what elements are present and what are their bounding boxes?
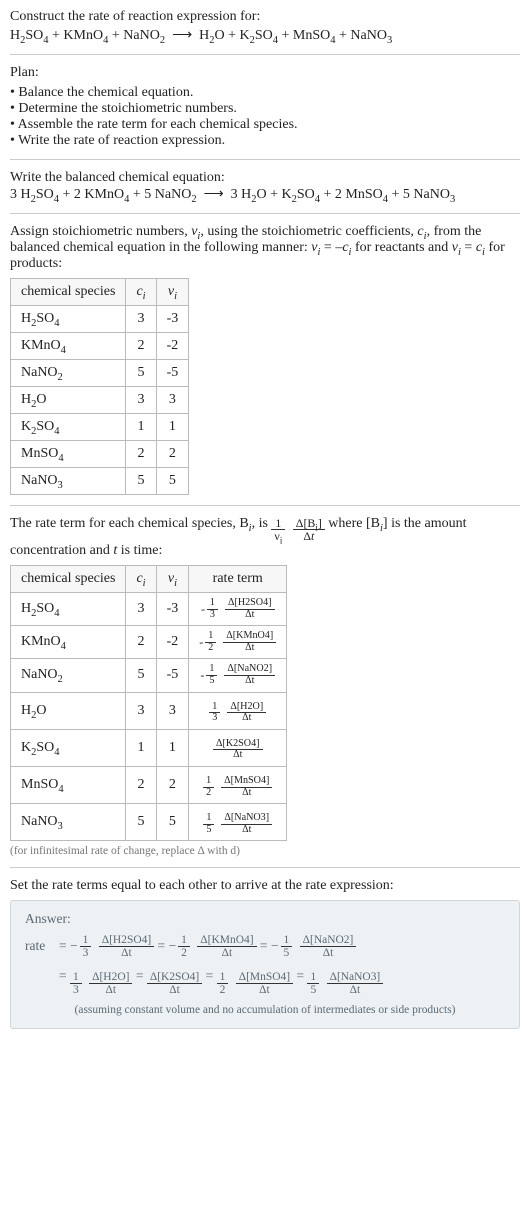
intro-prompt: Construct the rate of reaction expressio… [10, 8, 520, 27]
rate-lead: rate [25, 931, 45, 961]
rateterm-section: The rate term for each chemical species,… [10, 516, 520, 869]
cell-ci: 2 [126, 766, 156, 803]
cell-species: H2SO4 [11, 305, 126, 332]
cell-ci: 5 [126, 804, 156, 841]
answer-box: Answer: rate = −13 Δ[H2SO4]Δt = −12 Δ[KM… [10, 900, 520, 1029]
cell-species: K2SO4 [11, 729, 126, 766]
intro-section: Construct the rate of reaction expressio… [10, 8, 520, 55]
rateterm-table: chemical species ci νi rate term H2SO43-… [10, 565, 287, 842]
cell-species: NaNO3 [11, 804, 126, 841]
final-section: Set the rate terms equal to each other t… [10, 878, 520, 894]
table-row: K2SO411Δ[K2SO4]Δt [11, 729, 287, 766]
cell-vi: -5 [156, 359, 189, 386]
cell-species: H2O [11, 692, 126, 729]
cell-ci: 2 [126, 332, 156, 359]
cell-ci: 1 [126, 729, 156, 766]
cell-vi: 2 [156, 440, 189, 467]
cell-vi: 2 [156, 766, 189, 803]
cell-ci: 3 [126, 386, 156, 413]
plan-heading: Plan: [10, 65, 520, 81]
final-heading: Set the rate terms equal to each other t… [10, 878, 520, 894]
cell-rate: -15 Δ[NaNO2]Δt [189, 659, 287, 692]
cell-rate: -12 Δ[KMnO4]Δt [189, 626, 287, 659]
cell-species: NaNO3 [11, 467, 126, 494]
table-row: NaNO25-5-15 Δ[NaNO2]Δt [11, 659, 287, 692]
cell-rate: -13 Δ[H2SO4]Δt [189, 592, 287, 625]
cell-ci: 2 [126, 626, 156, 659]
table-row: KMnO42-2 [11, 332, 189, 359]
cell-ci: 2 [126, 440, 156, 467]
col-vi: νi [156, 565, 189, 592]
cell-vi: 1 [156, 413, 189, 440]
cell-vi: -2 [156, 626, 189, 659]
table-row: NaNO25-5 [11, 359, 189, 386]
balanced-heading: Write the balanced chemical equation: [10, 170, 520, 186]
cell-vi: -3 [156, 305, 189, 332]
stoich-section: Assign stoichiometric numbers, νi, using… [10, 224, 520, 506]
cell-ci: 5 [126, 659, 156, 692]
answer-assumption: (assuming constant volume and no accumul… [25, 1004, 505, 1016]
plan-section: Plan: Balance the chemical equation. Det… [10, 65, 520, 160]
plan-step: Balance the chemical equation. [10, 85, 520, 101]
cell-rate: 12 Δ[MnSO4]Δt [189, 766, 287, 803]
cell-species: MnSO4 [11, 766, 126, 803]
cell-rate: 13 Δ[H2O]Δt [189, 692, 287, 729]
table-row: H2SO43-3-13 Δ[H2SO4]Δt [11, 592, 287, 625]
rateterm-intro-pre: The rate term for each chemical species,… [10, 516, 271, 531]
cell-vi: 3 [156, 386, 189, 413]
cell-species: H2SO4 [11, 592, 126, 625]
cell-species: KMnO4 [11, 626, 126, 659]
plan-step: Assemble the rate term for each chemical… [10, 117, 520, 133]
cell-vi: -5 [156, 659, 189, 692]
cell-rate: Δ[K2SO4]Δt [189, 729, 287, 766]
table-row: K2SO411 [11, 413, 189, 440]
rateterm-generic-frac: 1νi Δ[Bi]Δt [271, 517, 324, 543]
col-vi: νi [156, 278, 189, 305]
cell-vi: 1 [156, 729, 189, 766]
rateterm-intro: The rate term for each chemical species,… [10, 516, 520, 559]
col-ci: ci [126, 278, 156, 305]
cell-ci: 1 [126, 413, 156, 440]
balanced-section: Write the balanced chemical equation: 3 … [10, 170, 520, 214]
table-row: H2SO43-3 [11, 305, 189, 332]
cell-vi: -3 [156, 592, 189, 625]
answer-label: Answer: [25, 911, 505, 927]
col-rate: rate term [189, 565, 287, 592]
table-row: H2O33 [11, 386, 189, 413]
cell-vi: 5 [156, 804, 189, 841]
cell-ci: 5 [126, 467, 156, 494]
cell-ci: 5 [126, 359, 156, 386]
stoich-intro: Assign stoichiometric numbers, νi, using… [10, 224, 520, 272]
cell-vi: -2 [156, 332, 189, 359]
col-species: chemical species [11, 278, 126, 305]
plan-step: Determine the stoichiometric numbers. [10, 101, 520, 117]
table-row: MnSO42212 Δ[MnSO4]Δt [11, 766, 287, 803]
cell-rate: 15 Δ[NaNO3]Δt [189, 804, 287, 841]
col-species: chemical species [11, 565, 126, 592]
cell-ci: 3 [126, 305, 156, 332]
cell-species: NaNO2 [11, 659, 126, 692]
cell-ci: 3 [126, 592, 156, 625]
table-row: KMnO42-2-12 Δ[KMnO4]Δt [11, 626, 287, 659]
col-ci: ci [126, 565, 156, 592]
cell-species: MnSO4 [11, 440, 126, 467]
cell-species: KMnO4 [11, 332, 126, 359]
plan-list: Balance the chemical equation. Determine… [10, 85, 520, 149]
cell-ci: 3 [126, 692, 156, 729]
table-row: MnSO422 [11, 440, 189, 467]
stoich-table: chemical species ci νi H2SO43-3KMnO42-2N… [10, 278, 189, 495]
rate-expression: rate = −13 Δ[H2SO4]Δt = −12 Δ[KMnO4]Δt =… [25, 931, 505, 998]
unbalanced-equation: H2SO4 + KMnO4 + NaNO2 ⟶ H2O + K2SO4 + Mn… [10, 27, 520, 44]
plan-step: Write the rate of reaction expression. [10, 133, 520, 149]
balanced-equation: 3 H2SO4 + 2 KMnO4 + 5 NaNO2 ⟶ 3 H2O + K2… [10, 186, 520, 203]
cell-species: K2SO4 [11, 413, 126, 440]
table-row: NaNO35515 Δ[NaNO3]Δt [11, 804, 287, 841]
table-row: NaNO355 [11, 467, 189, 494]
cell-vi: 5 [156, 467, 189, 494]
cell-species: NaNO2 [11, 359, 126, 386]
cell-vi: 3 [156, 692, 189, 729]
cell-species: H2O [11, 386, 126, 413]
table-row: H2O3313 Δ[H2O]Δt [11, 692, 287, 729]
rateterm-footnote: (for infinitesimal rate of change, repla… [10, 845, 520, 857]
